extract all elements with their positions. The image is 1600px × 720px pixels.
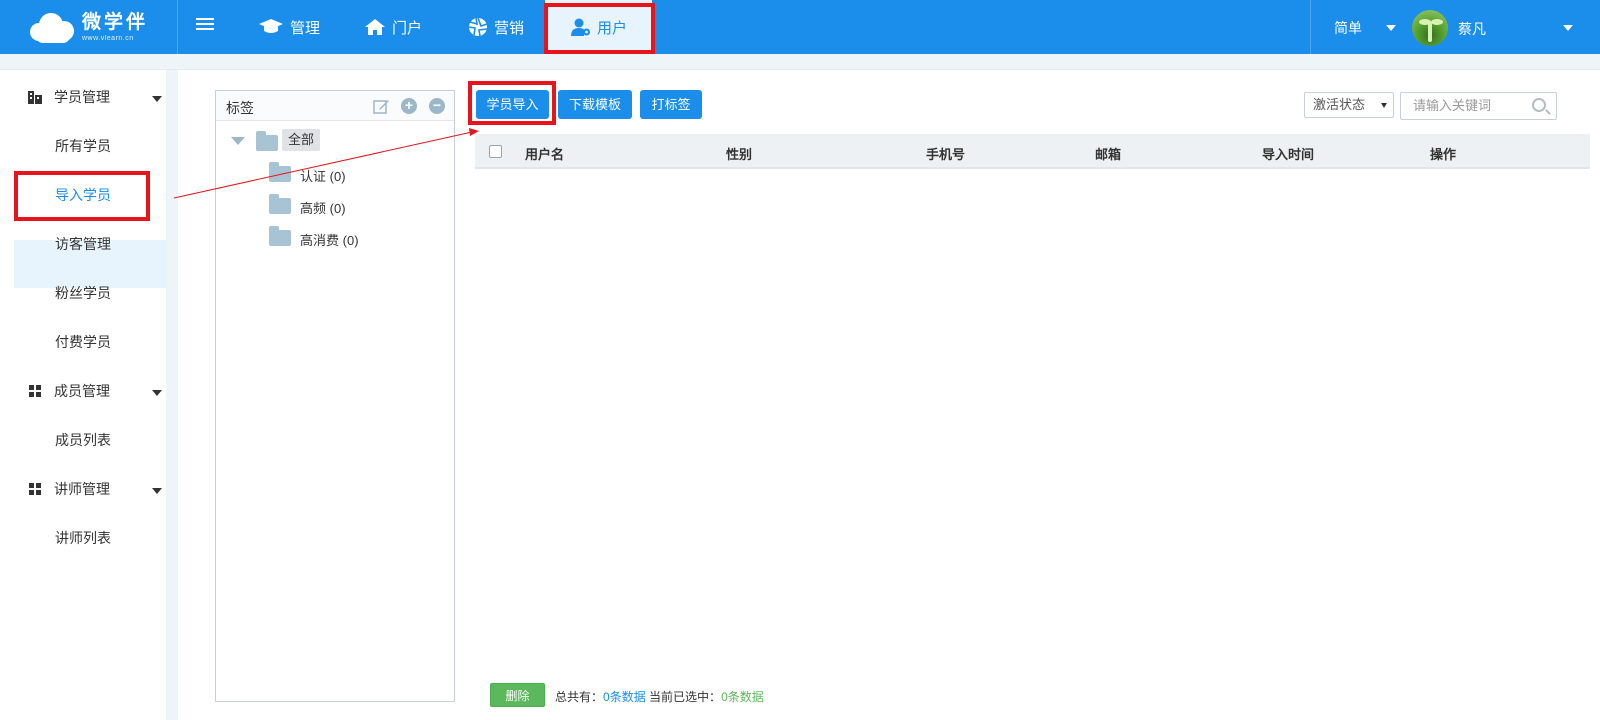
- data-summary: 总共有：0条数据 当前已选中：0条数据: [555, 690, 764, 704]
- annotation-arrow: [173, 128, 479, 199]
- delete-button[interactable]: 删除: [490, 683, 545, 707]
